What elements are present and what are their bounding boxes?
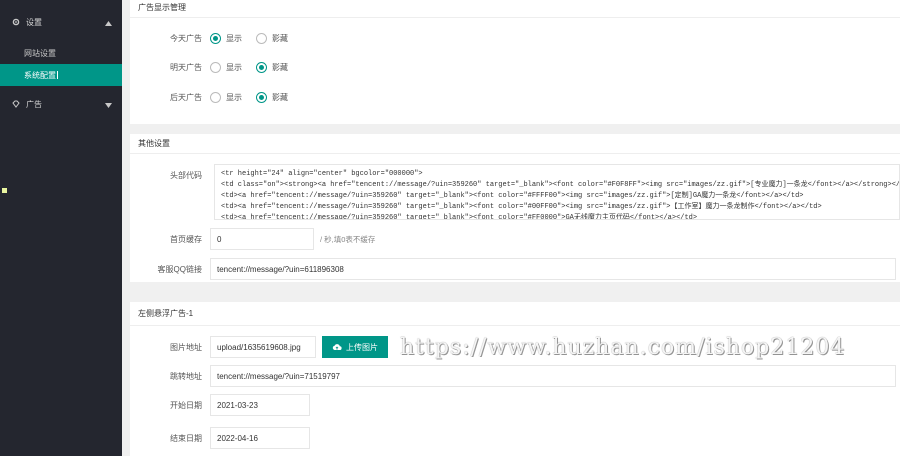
cache-input[interactable]: 0 bbox=[210, 228, 314, 250]
radio-label: 影藏 bbox=[272, 62, 288, 72]
field-label: 明天广告 bbox=[170, 62, 202, 72]
panel-title: 左侧悬浮广告-1 bbox=[130, 302, 900, 326]
sidebar-menu-settings[interactable]: 设置 bbox=[0, 10, 122, 34]
radio-show[interactable]: 显示 bbox=[210, 91, 242, 103]
field-label: 跳转地址 bbox=[170, 371, 202, 381]
ad-display-panel: 广告显示管理 今天广告 显示 影藏 明天广告 显示 影藏 后天广告 显示 影藏 bbox=[130, 0, 900, 124]
qq-link-input[interactable]: tencent://message/?uin=611896308 bbox=[210, 258, 896, 280]
image-url-input[interactable]: upload/1635619608.jpg bbox=[210, 336, 316, 358]
radio-label: 显示 bbox=[226, 33, 242, 43]
sidebar-menu-ads[interactable]: 广告 bbox=[0, 92, 122, 116]
sidebar-menu-ads-label: 广告 bbox=[26, 99, 42, 109]
sidebar: 设置 网站设置 系统配置 广告 bbox=[0, 0, 122, 456]
chevron-down-icon bbox=[105, 101, 112, 110]
diamond-icon bbox=[12, 100, 20, 108]
start-date-input[interactable]: 2021-03-23 bbox=[210, 394, 310, 416]
header-code-textarea[interactable]: <tr height="24" align="center" bgcolor="… bbox=[214, 164, 900, 220]
radio-show[interactable]: 显示 bbox=[210, 32, 242, 44]
radio-circle bbox=[210, 91, 221, 103]
other-settings-panel: 其他设置 头部代码 <tr height="24" align="center"… bbox=[130, 134, 900, 282]
sidebar-item-label: 网站设置 bbox=[24, 48, 56, 58]
end-date-input[interactable]: 2022-04-16 bbox=[210, 427, 310, 449]
radio-label: 影藏 bbox=[272, 33, 288, 43]
marker-dot bbox=[2, 188, 7, 193]
field-label: 结束日期 bbox=[170, 433, 202, 443]
radio-circle bbox=[256, 61, 267, 73]
radio-label: 显示 bbox=[226, 92, 242, 102]
ad-row-tomorrow: 明天广告 显示 影藏 bbox=[130, 56, 302, 78]
radio-label: 显示 bbox=[226, 62, 242, 72]
sidebar-item-system-config[interactable]: 系统配置 bbox=[0, 64, 122, 86]
radio-circle bbox=[210, 61, 221, 73]
cache-row: 首页缓存 0 / 秒,填0表不缓存 bbox=[130, 228, 375, 250]
radio-hide[interactable]: 影藏 bbox=[256, 61, 288, 73]
sidebar-item-site-settings[interactable]: 网站设置 bbox=[0, 42, 122, 64]
chevron-up-icon bbox=[105, 19, 112, 28]
gear-icon bbox=[12, 18, 20, 26]
upload-image-button[interactable]: 上传图片 bbox=[322, 336, 388, 358]
field-label: 客服QQ链接 bbox=[157, 264, 202, 274]
link-row: 跳转地址 tencent://message/?uin=71519797 bbox=[130, 365, 896, 387]
field-label: 首页缓存 bbox=[170, 234, 202, 244]
radio-circle bbox=[210, 32, 221, 44]
end-date-row: 结束日期 2022-04-16 bbox=[130, 427, 310, 449]
field-label: 开始日期 bbox=[170, 400, 202, 410]
start-date-row: 开始日期 2021-03-23 bbox=[130, 394, 310, 416]
upload-button-label: 上传图片 bbox=[346, 342, 378, 352]
field-label: 今天广告 bbox=[170, 33, 202, 43]
field-label: 后天广告 bbox=[170, 92, 202, 102]
watermark-text: https://www.huzhan.com/ishop21204 bbox=[400, 335, 846, 360]
qq-row: 客服QQ链接 tencent://message/?uin=611896308 bbox=[130, 258, 896, 280]
sidebar-item-label: 系统配置 bbox=[24, 70, 56, 80]
main-content: 广告显示管理 今天广告 显示 影藏 明天广告 显示 影藏 后天广告 显示 影藏 … bbox=[122, 0, 900, 456]
link-url-input[interactable]: tencent://message/?uin=71519797 bbox=[210, 365, 896, 387]
radio-circle bbox=[256, 91, 267, 103]
image-row: 图片地址 upload/1635619608.jpg 上传图片 bbox=[130, 336, 388, 358]
cloud-upload-icon bbox=[332, 344, 342, 351]
panel-title: 广告显示管理 bbox=[130, 0, 900, 18]
radio-circle bbox=[256, 32, 267, 44]
left-float-ad-panel: 左侧悬浮广告-1 图片地址 upload/1635619608.jpg 上传图片… bbox=[130, 302, 900, 456]
ad-row-day-after: 后天广告 显示 影藏 bbox=[130, 86, 302, 108]
field-label: 头部代码 bbox=[170, 171, 202, 180]
radio-show[interactable]: 显示 bbox=[210, 61, 242, 73]
sidebar-menu-settings-label: 设置 bbox=[26, 17, 42, 27]
text-cursor bbox=[57, 71, 58, 79]
panel-title: 其他设置 bbox=[130, 134, 900, 154]
radio-hide[interactable]: 影藏 bbox=[256, 91, 288, 103]
radio-label: 影藏 bbox=[272, 92, 288, 102]
field-label: 图片地址 bbox=[170, 342, 202, 352]
ad-row-today: 今天广告 显示 影藏 bbox=[130, 27, 302, 49]
cache-hint: / 秒,填0表不缓存 bbox=[320, 234, 376, 244]
radio-hide[interactable]: 影藏 bbox=[256, 32, 288, 44]
